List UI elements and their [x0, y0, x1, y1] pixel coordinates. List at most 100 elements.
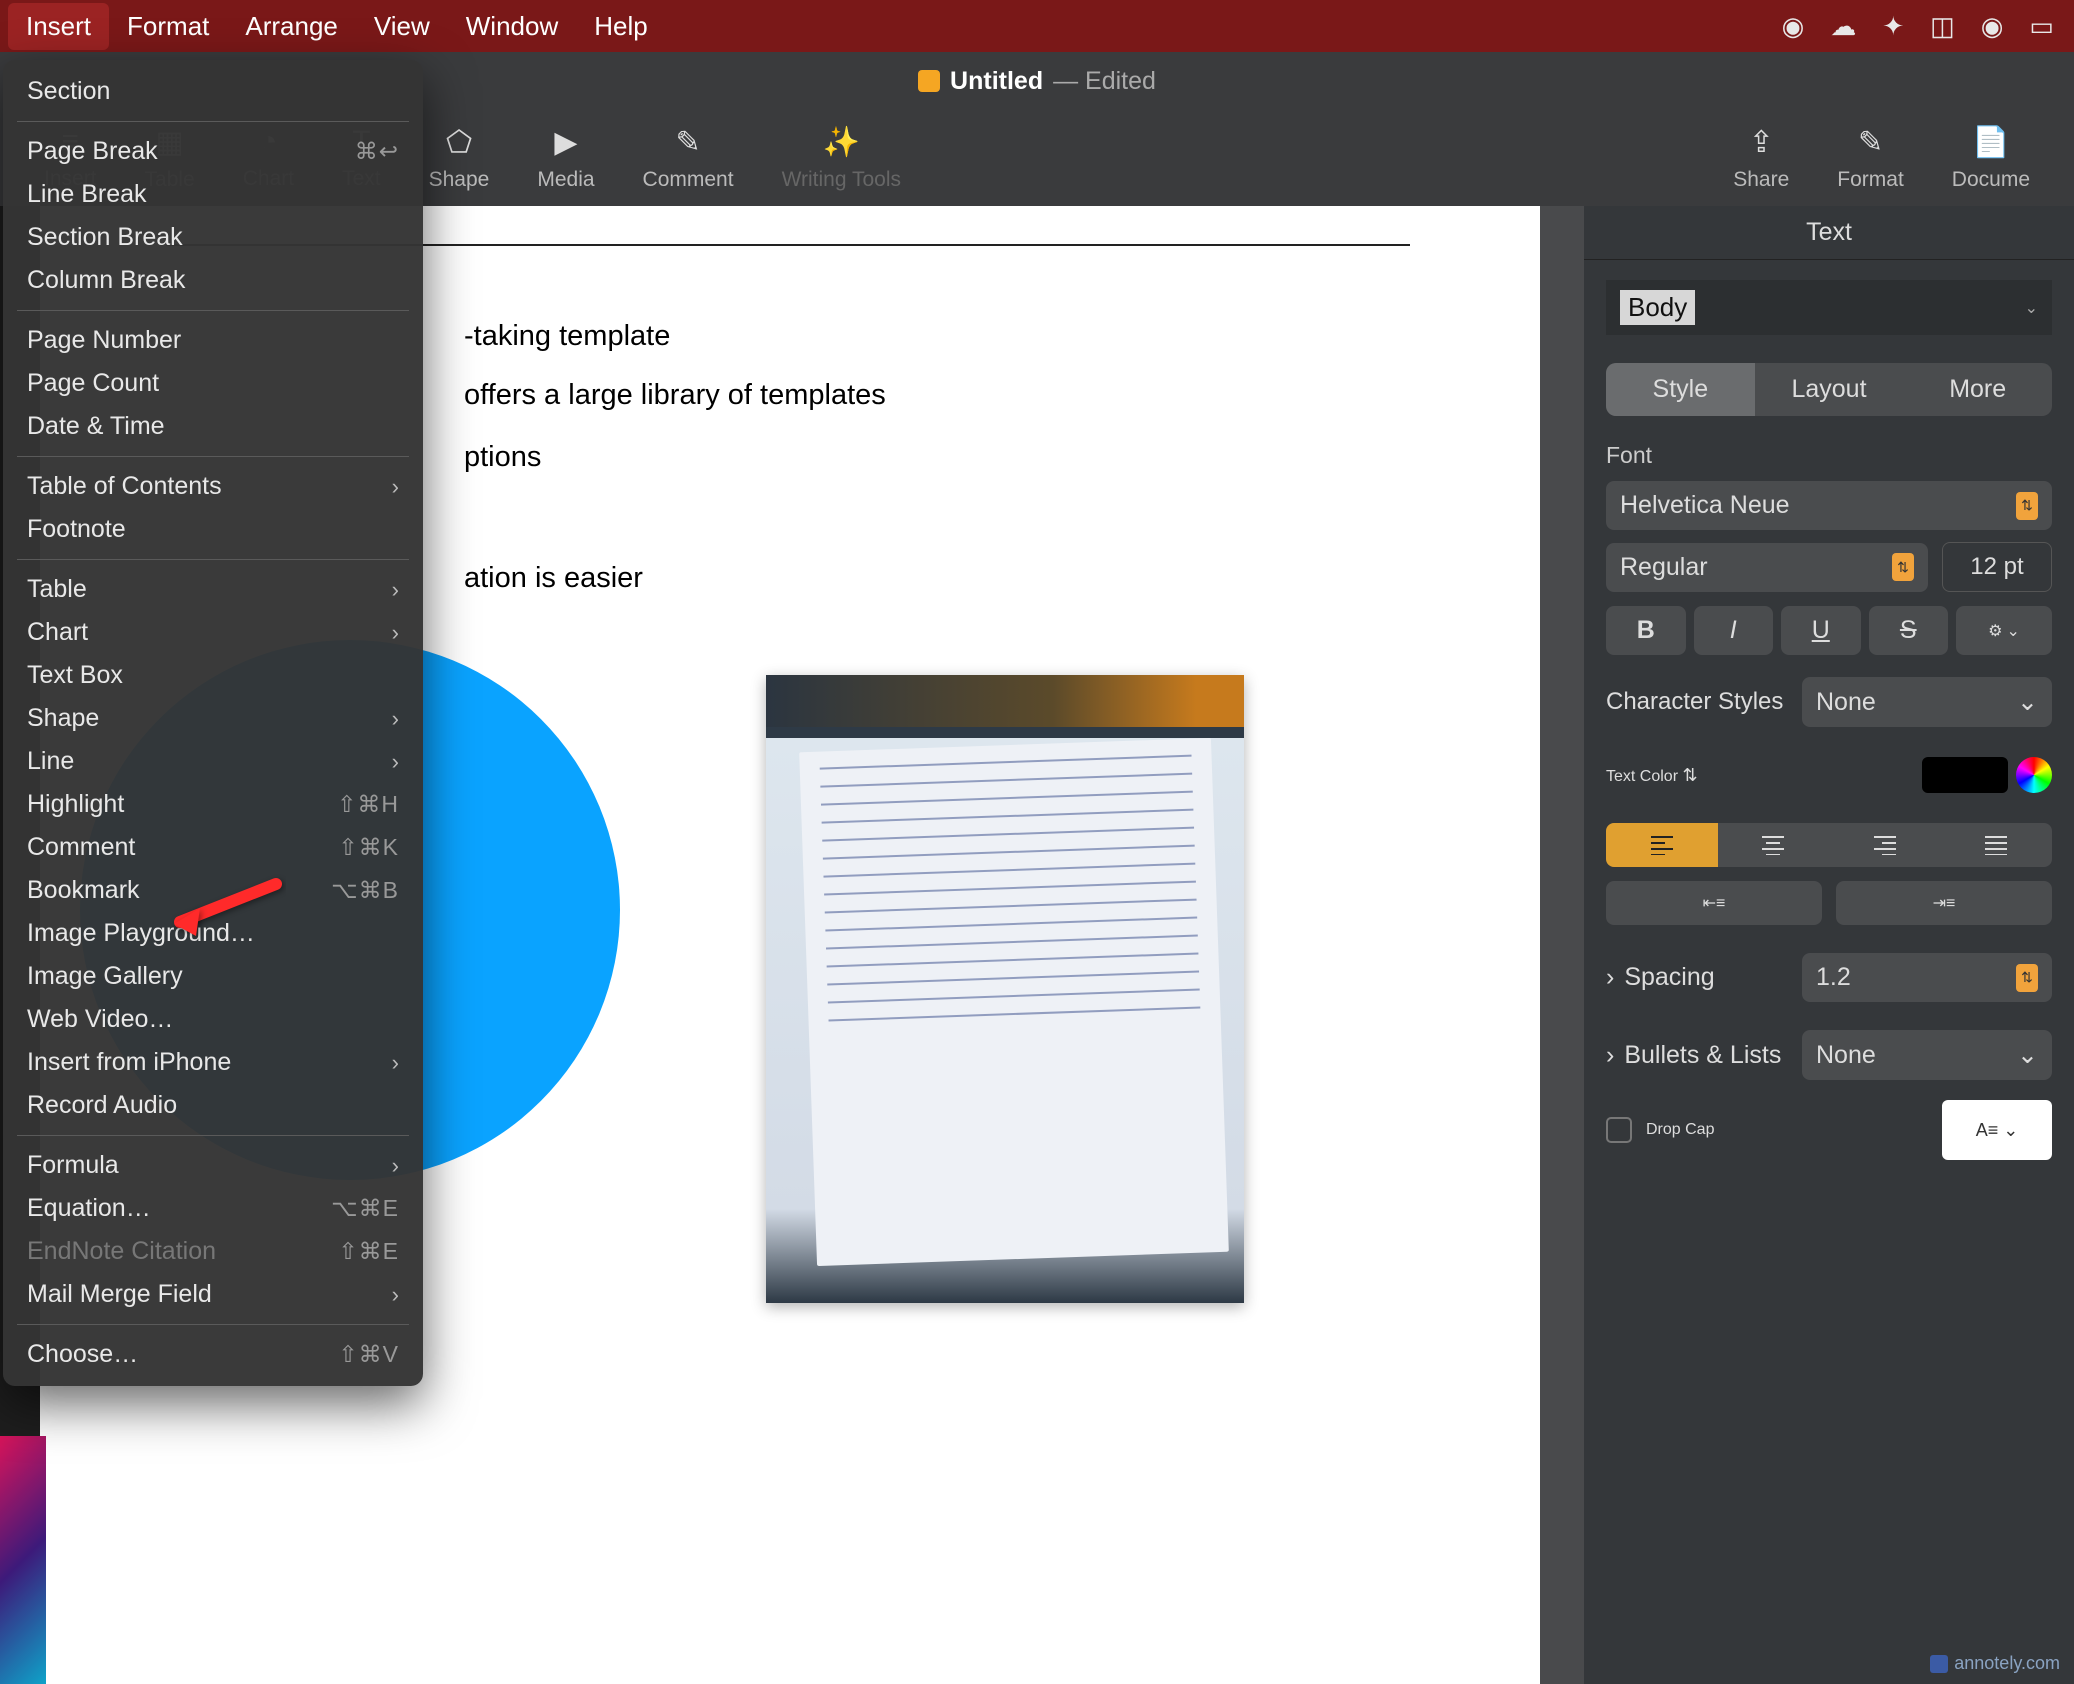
menu-item-chart[interactable]: Chart›: [3, 611, 423, 654]
inspector-main-tab[interactable]: Text: [1584, 206, 2074, 260]
menu-item-mail-merge-field[interactable]: Mail Merge Field›: [3, 1273, 423, 1316]
menu-item-shape[interactable]: Shape›: [3, 697, 423, 740]
font-family-select[interactable]: Helvetica Neue⇅: [1606, 481, 2052, 530]
dropcap-preview[interactable]: A≡ ⌄: [1942, 1100, 2052, 1160]
inspector-tabs: Style Layout More: [1606, 363, 2052, 416]
media-icon: ▶: [554, 125, 577, 160]
menu-item-choose[interactable]: Choose…⇧⌘V: [3, 1333, 423, 1376]
align-right-button[interactable]: [1829, 823, 1941, 867]
menu-item-date-time[interactable]: Date & Time: [3, 405, 423, 448]
menu-view[interactable]: View: [356, 3, 448, 50]
menu-item-text-box[interactable]: Text Box: [3, 654, 423, 697]
menu-item-page-count[interactable]: Page Count: [3, 362, 423, 405]
chevron-down-icon: ⌄: [2017, 1040, 2038, 1070]
tab-more[interactable]: More: [1903, 363, 2052, 416]
menu-item-endnote-citation: EndNote Citation⇧⌘E: [3, 1230, 423, 1273]
paragraph-style-value: Body: [1620, 290, 1695, 325]
menu-item-table[interactable]: Table›: [3, 568, 423, 611]
document-icon: 📄: [1972, 125, 2009, 160]
menu-item-equation[interactable]: Equation…⌥⌘E: [3, 1187, 423, 1230]
font-size-field[interactable]: 12 pt: [1942, 542, 2052, 592]
dnd-icon[interactable]: ✦: [1882, 11, 1904, 42]
menu-arrange[interactable]: Arrange: [227, 3, 356, 50]
character-styles-select[interactable]: None⌄: [1802, 677, 2052, 727]
menu-item-page-number[interactable]: Page Number: [3, 319, 423, 362]
menu-item-highlight[interactable]: Highlight⇧⌘H: [3, 783, 423, 826]
menu-format[interactable]: Format: [109, 3, 227, 50]
menu-item-insert-from-iphone[interactable]: Insert from iPhone›: [3, 1041, 423, 1084]
align-left-button[interactable]: [1606, 823, 1718, 867]
text-style-more-button[interactable]: ⚙︎⌄: [1956, 606, 2052, 655]
text-color-swatch[interactable]: [1922, 757, 2008, 793]
gear-icon: ⚙︎: [1988, 621, 2002, 641]
chevron-right-icon: ›: [392, 620, 399, 646]
align-center-button[interactable]: [1718, 823, 1830, 867]
body-text-line[interactable]: -taking template: [464, 320, 670, 353]
strikethrough-button[interactable]: S: [1869, 606, 1949, 655]
menu-item-formula[interactable]: Formula›: [3, 1144, 423, 1187]
stepper-icon: ⇅: [2016, 492, 2038, 520]
body-text-line[interactable]: ation is easier: [464, 562, 643, 595]
dropcap-checkbox[interactable]: [1606, 1117, 1632, 1143]
stack-icon[interactable]: ◫: [1930, 11, 1955, 42]
battery-icon[interactable]: ▭: [2029, 11, 2054, 42]
menu-item-line[interactable]: Line›: [3, 740, 423, 783]
annotely-watermark: annotely.com: [1930, 1653, 2060, 1674]
character-styles-label: Character Styles: [1606, 688, 1783, 716]
menu-item-section[interactable]: Section: [3, 70, 423, 113]
menu-item-column-break[interactable]: Column Break: [3, 259, 423, 302]
menu-item-comment[interactable]: Comment⇧⌘K: [3, 826, 423, 869]
bullets-disclosure[interactable]: ›Bullets & Lists: [1606, 1041, 1781, 1070]
menu-item-image-playground[interactable]: Image Playground…: [3, 912, 423, 955]
toolbar-comment[interactable]: ✎Comment: [619, 125, 758, 192]
chevron-right-icon: ›: [392, 577, 399, 603]
menu-item-record-audio[interactable]: Record Audio: [3, 1084, 423, 1127]
cloud-icon[interactable]: ☁: [1830, 11, 1856, 42]
menu-item-image-gallery[interactable]: Image Gallery: [3, 955, 423, 998]
menu-window[interactable]: Window: [448, 3, 576, 50]
align-justify-button[interactable]: [1941, 823, 2053, 867]
text-style-buttons: B I U S ⚙︎⌄: [1606, 606, 2052, 655]
tab-layout[interactable]: Layout: [1755, 363, 1904, 416]
menu-item-table-of-contents[interactable]: Table of Contents›: [3, 465, 423, 508]
toolbar-document[interactable]: 📄Docume: [1928, 125, 2054, 192]
spacing-select[interactable]: 1.2⇅: [1802, 953, 2052, 1002]
bullets-select[interactable]: None⌄: [1802, 1030, 2052, 1080]
toolbar-writing-tools: ✨Writing Tools: [758, 125, 925, 192]
menu-help[interactable]: Help: [576, 3, 665, 50]
menu-item-footnote[interactable]: Footnote: [3, 508, 423, 551]
menu-item-section-break[interactable]: Section Break: [3, 216, 423, 259]
toolbar-share[interactable]: ⇪Share: [1709, 125, 1813, 192]
font-weight-select[interactable]: Regular⇅: [1606, 543, 1928, 592]
color-picker-button[interactable]: [2016, 757, 2052, 793]
menu-item-web-video[interactable]: Web Video…: [3, 998, 423, 1041]
play-icon[interactable]: ◉: [1981, 11, 2004, 42]
chevron-right-icon: ›: [392, 749, 399, 775]
paragraph-style-select[interactable]: Body ⌄: [1606, 280, 2052, 335]
menubar-status-icons: ◉ ☁ ✦ ◫ ◉ ▭: [1782, 11, 2054, 42]
menu-item-page-break[interactable]: Page Break⌘↩: [3, 130, 423, 173]
toolbar-format[interactable]: ✎Format: [1813, 125, 1928, 192]
bold-button[interactable]: B: [1606, 606, 1686, 655]
menu-insert[interactable]: Insert: [8, 3, 109, 50]
menu-item-bookmark[interactable]: Bookmark⌥⌘B: [3, 869, 423, 912]
indent-button[interactable]: ⇥≡: [1836, 881, 2052, 925]
spacing-disclosure[interactable]: ›Spacing: [1606, 963, 1715, 992]
body-text-line[interactable]: offers a large library of templates: [464, 379, 886, 412]
document-name[interactable]: Untitled: [950, 67, 1043, 96]
insert-menu-dropdown: Section Page Break⌘↩Line BreakSection Bre…: [3, 60, 423, 1386]
italic-button[interactable]: I: [1694, 606, 1774, 655]
chevron-updown-icon[interactable]: ⇅: [1682, 765, 1697, 785]
toolbar-media[interactable]: ▶Media: [513, 125, 618, 192]
chevron-down-icon: ⌄: [2006, 621, 2019, 641]
tab-style[interactable]: Style: [1606, 363, 1755, 416]
outdent-button[interactable]: ⇤≡: [1606, 881, 1822, 925]
format-inspector: Text Body ⌄ Style Layout More Font Helve…: [1584, 206, 2074, 1684]
menu-item-line-break[interactable]: Line Break: [3, 173, 423, 216]
chevron-right-icon: ›: [1606, 1041, 1614, 1070]
text-color-label: Text Color ⇅: [1606, 765, 1698, 786]
inserted-image[interactable]: [766, 675, 1244, 1303]
body-text-line[interactable]: ptions: [464, 441, 541, 474]
underline-button[interactable]: U: [1781, 606, 1861, 655]
screen-record-icon[interactable]: ◉: [1782, 11, 1805, 42]
